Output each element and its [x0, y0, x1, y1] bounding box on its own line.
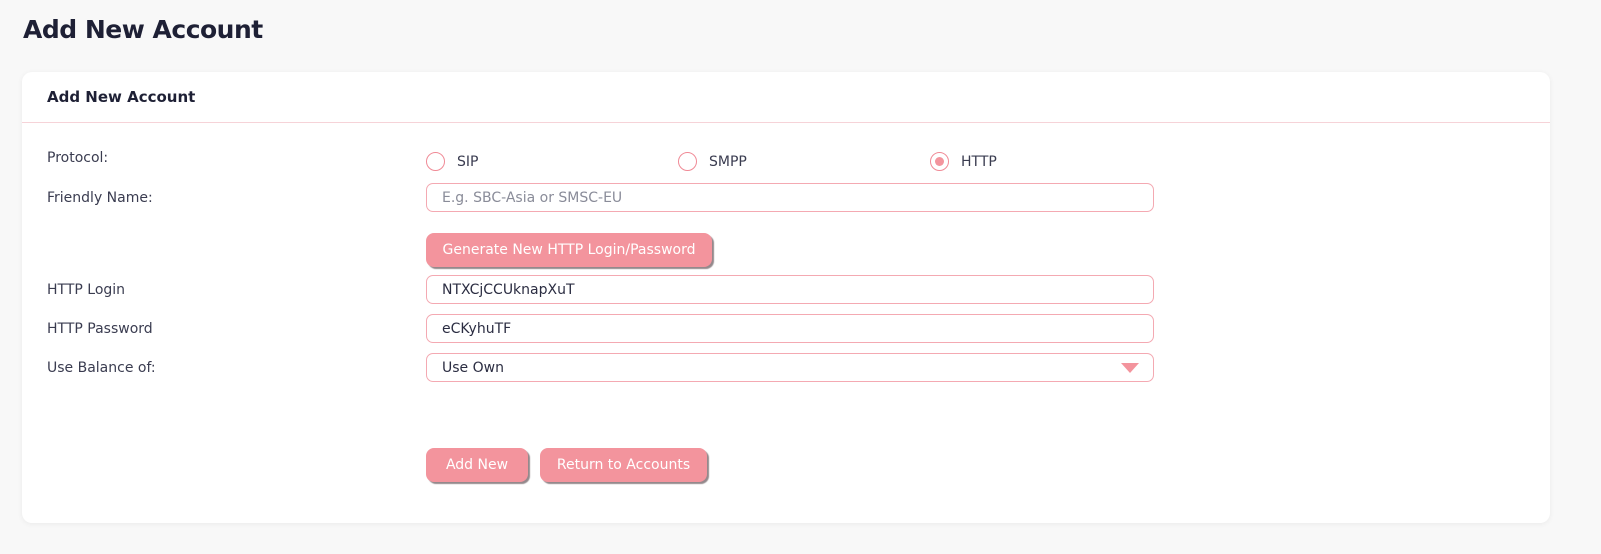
radio-smpp-label: SMPP	[709, 153, 747, 170]
add-account-card: Add New Account Protocol: SIP SMPP HTTP …	[22, 72, 1550, 523]
use-balance-label: Use Balance of:	[47, 360, 156, 376]
friendly-name-input[interactable]	[426, 183, 1154, 212]
radio-http-label: HTTP	[961, 153, 997, 170]
http-login-label: HTTP Login	[47, 282, 126, 298]
generate-credentials-button[interactable]: Generate New HTTP Login/Password	[426, 233, 712, 267]
protocol-option-http[interactable]: HTTP	[930, 152, 997, 171]
http-password-label: HTTP Password	[47, 321, 153, 337]
use-balance-select[interactable]: Use Own	[426, 353, 1154, 382]
page-title: Add New Account	[23, 15, 263, 44]
radio-http[interactable]	[930, 152, 949, 171]
return-to-accounts-button[interactable]: Return to Accounts	[540, 448, 707, 482]
radio-sip[interactable]	[426, 152, 445, 171]
friendly-name-label: Friendly Name:	[47, 190, 153, 206]
protocol-option-smpp[interactable]: SMPP	[678, 152, 747, 171]
chevron-down-icon	[1121, 362, 1139, 373]
add-new-button[interactable]: Add New	[426, 448, 528, 482]
http-password-input[interactable]	[426, 314, 1154, 343]
card-header: Add New Account	[22, 72, 1550, 123]
protocol-label: Protocol:	[47, 150, 109, 166]
http-login-input[interactable]	[426, 275, 1154, 304]
radio-smpp[interactable]	[678, 152, 697, 171]
protocol-option-sip[interactable]: SIP	[426, 152, 478, 171]
use-balance-value: Use Own	[442, 359, 504, 376]
radio-sip-label: SIP	[457, 153, 479, 170]
